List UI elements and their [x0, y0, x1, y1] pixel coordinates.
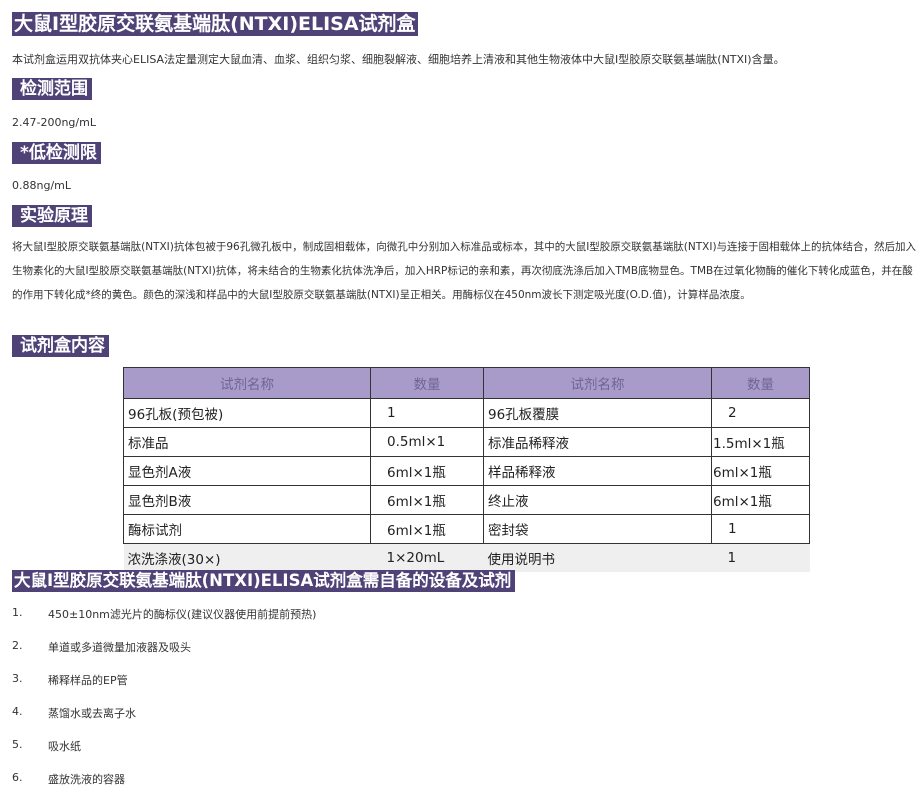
column-header: 数量 [711, 367, 810, 399]
list-text: 450±10nm滤光片的酶标仪(建议仪器使用前提前预热) [48, 608, 317, 621]
reagent-qty: 1 [711, 514, 810, 544]
list-number: 2. [12, 639, 23, 652]
kit-contents-table: 试剂名称 数量 试剂名称 数量 96孔板(预包被) 1 96孔板覆膜 2 标准品… [123, 367, 810, 572]
table-header-row: 试剂名称 数量 试剂名称 数量 [123, 367, 810, 399]
reagent-name: 浓洗涤液(30×) [123, 543, 371, 572]
reagent-name: 使用说明书 [483, 543, 712, 572]
reagent-name: 标准品稀释液 [483, 427, 712, 457]
table-row: 显色剂B液 6ml×1瓶 终止液 6ml×1瓶 [123, 485, 810, 515]
column-header: 数量 [370, 367, 484, 399]
reagent-name: 密封袋 [483, 514, 712, 544]
section-heading-sensitivity: *低检测限 [12, 142, 101, 164]
reagent-name: 酶标试剂 [123, 514, 371, 544]
reagent-qty: 1×20mL [370, 543, 484, 572]
list-number: 1. [12, 606, 23, 619]
reagent-qty: 6ml×1瓶 [370, 514, 484, 544]
column-header: 试剂名称 [123, 367, 371, 399]
sensitivity-value: 0.88ng/mL [12, 179, 71, 192]
reagent-qty: 1 [711, 543, 810, 572]
reagent-qty: 0.5ml×1 [370, 427, 484, 457]
list-number: 4. [12, 705, 23, 718]
table-row: 酶标试剂 6ml×1瓶 密封袋 1 [123, 514, 810, 544]
reagent-qty: 1.5ml×1瓶 [711, 427, 810, 457]
table-row: 标准品 0.5ml×1 标准品稀释液 1.5ml×1瓶 [123, 427, 810, 457]
reagent-qty: 6ml×1瓶 [370, 485, 484, 515]
section-heading-range: 检测范围 [12, 78, 92, 100]
list-number: 6. [12, 771, 23, 784]
list-text: 吸水纸 [48, 740, 81, 753]
reagent-name: 终止液 [483, 485, 712, 515]
reagent-qty: 6ml×1瓶 [370, 456, 484, 486]
list-text: 单道或多道微量加液器及吸头 [48, 641, 191, 654]
reagent-name: 显色剂A液 [123, 456, 371, 486]
principle-text: 将大鼠Ⅰ型胶原交联氨基端肽(NTXⅠ)抗体包被于96孔微孔板中，制成固相载体，向… [12, 241, 917, 301]
table-row: 浓洗涤液(30×) 1×20mL 使用说明书 1 [123, 543, 810, 572]
reagent-qty: 6ml×1瓶 [711, 485, 810, 515]
column-header: 试剂名称 [483, 367, 712, 399]
list-text: 稀释样品的EP管 [48, 674, 128, 687]
table-row: 显色剂A液 6ml×1瓶 样品稀释液 6ml×1瓶 [123, 456, 810, 486]
range-value: 2.47-200ng/mL [12, 116, 96, 129]
list-number: 3. [12, 672, 23, 685]
section-heading-equipment: 大鼠Ⅰ型胶原交联氨基端肽(NTXⅠ)ELISA试剂盒需自备的设备及试剂 [12, 570, 516, 592]
reagent-name: 96孔板(预包被) [123, 398, 371, 428]
page-title: 大鼠Ⅰ型胶原交联氨基端肽(NTXⅠ)ELISA试剂盒 [12, 12, 418, 36]
section-heading-principle: 实验原理 [12, 205, 92, 227]
section-heading-kit: 试剂盒内容 [12, 335, 109, 357]
reagent-name: 样品稀释液 [483, 456, 712, 486]
reagent-qty: 6ml×1瓶 [711, 456, 810, 486]
reagent-qty: 1 [370, 398, 484, 428]
list-text: 蒸馏水或去离子水 [48, 707, 136, 720]
list-number: 5. [12, 738, 23, 751]
table-row: 96孔板(预包被) 1 96孔板覆膜 2 [123, 398, 810, 428]
reagent-name: 显色剂B液 [123, 485, 371, 515]
reagent-qty: 2 [711, 398, 810, 428]
list-text: 盛放洗液的容器 [48, 773, 125, 786]
reagent-name: 标准品 [123, 427, 371, 457]
reagent-name: 96孔板覆膜 [483, 398, 712, 428]
intro-text: 本试剂盒运用双抗体夹心ELISA法定量测定大鼠血清、血浆、组织匀浆、细胞裂解液、… [12, 53, 785, 66]
